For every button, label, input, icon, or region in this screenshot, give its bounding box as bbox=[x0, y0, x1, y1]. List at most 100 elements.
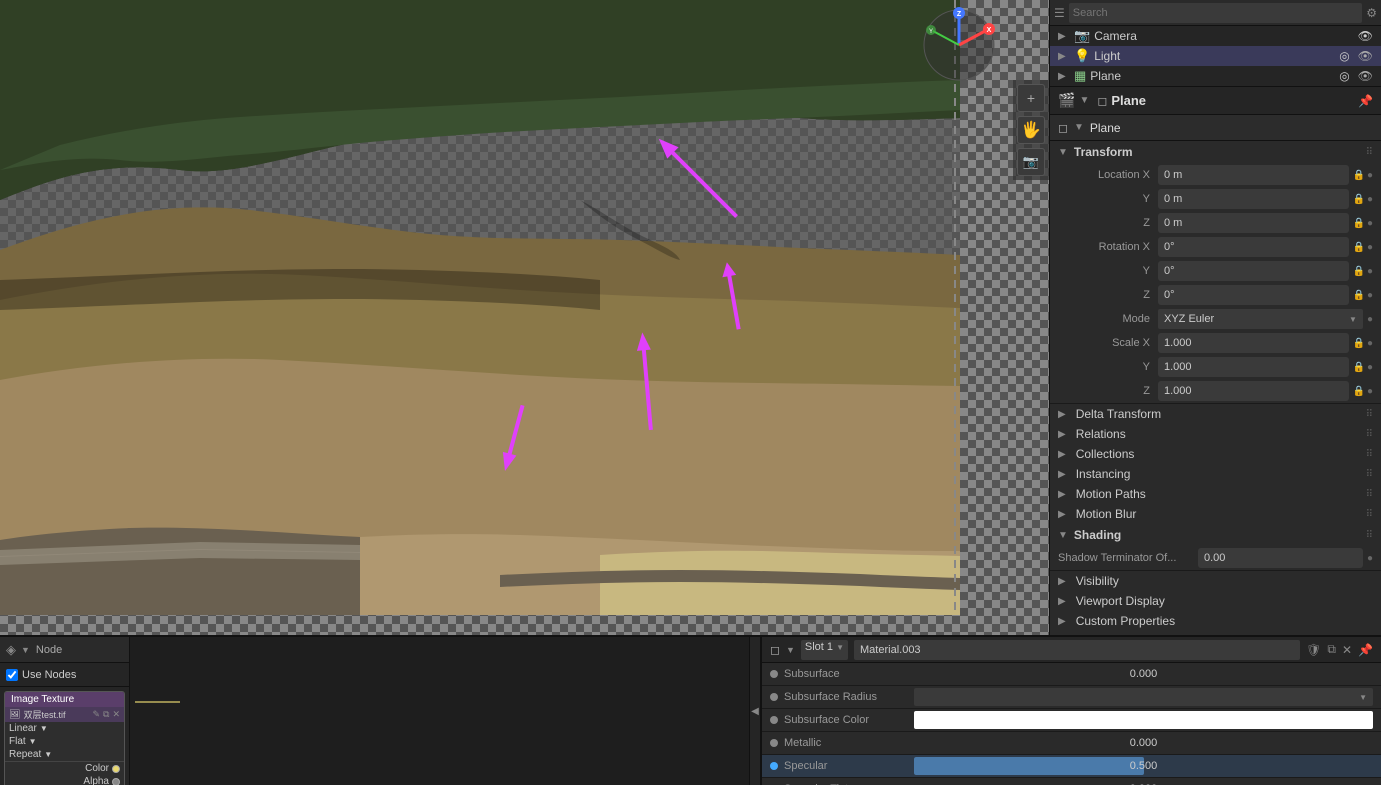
camera-visibility-icon[interactable]: 👁 bbox=[1358, 29, 1373, 43]
subsurface-color-swatch[interactable] bbox=[914, 711, 1373, 729]
location-z-dot[interactable]: ● bbox=[1367, 218, 1373, 229]
motion-blur-title: Motion Blur bbox=[1076, 507, 1137, 521]
use-nodes-checkbox[interactable] bbox=[6, 669, 18, 681]
rotation-y-value[interactable]: 0° bbox=[1158, 261, 1349, 281]
motion-blur-arrow: ▶ bbox=[1058, 509, 1066, 520]
props-dropdown-arrow[interactable]: ▼ bbox=[1079, 95, 1089, 106]
node-file-x[interactable]: ✕ bbox=[112, 709, 120, 720]
material-dropdown[interactable]: ▼ bbox=[786, 645, 795, 655]
image-texture-node[interactable]: Image Texture 🖼 双层test.tif ✎ ⧉ ✕ Linear … bbox=[4, 691, 125, 785]
delta-arrow: ▶ bbox=[1058, 409, 1066, 420]
collections-section[interactable]: ▶ Collections ⠿ bbox=[1050, 444, 1381, 464]
material-x-icon[interactable]: ✕ bbox=[1342, 643, 1352, 657]
visibility-section[interactable]: ▶ Visibility bbox=[1050, 571, 1381, 591]
location-x-dot[interactable]: ● bbox=[1367, 170, 1373, 181]
subsurface-dot[interactable] bbox=[770, 670, 778, 678]
scale-z-dot[interactable]: ● bbox=[1367, 386, 1373, 397]
subsurface-bar[interactable]: 0.000 bbox=[914, 665, 1373, 683]
node-dropdown-arrow[interactable]: ▼ bbox=[21, 645, 30, 655]
material-shield-icon[interactable]: 🛡 bbox=[1306, 643, 1321, 657]
rotation-mode-dropdown[interactable]: XYZ Euler ▼ bbox=[1158, 309, 1363, 329]
node-file-edit[interactable]: ✎ bbox=[92, 709, 100, 720]
interpolation-row[interactable]: Linear ▼ bbox=[5, 722, 124, 735]
location-y-lock[interactable]: 🔒 bbox=[1353, 194, 1365, 205]
slot-selector[interactable]: Slot 1 ▼ bbox=[801, 640, 848, 660]
scale-z-value[interactable]: 1.000 bbox=[1158, 381, 1349, 401]
shadow-terminator-input[interactable]: 0.00 bbox=[1198, 548, 1363, 568]
rotation-z-lock[interactable]: 🔒 bbox=[1353, 290, 1365, 301]
delta-transform-section[interactable]: ▶ Delta Transform ⠿ bbox=[1050, 404, 1381, 424]
location-z-lock[interactable]: 🔒 bbox=[1353, 218, 1365, 229]
outliner-item-camera[interactable]: ▶ 📷 Camera 👁 bbox=[1050, 26, 1381, 46]
shading-header[interactable]: ▼ Shading ⠿ bbox=[1050, 524, 1381, 546]
repeat-row[interactable]: Repeat ▼ bbox=[5, 748, 124, 762]
hand-nav-button[interactable]: 🖐 bbox=[1017, 116, 1045, 144]
projection-row[interactable]: Flat ▼ bbox=[5, 735, 124, 748]
camera-nav-button[interactable]: 📷 bbox=[1017, 148, 1045, 176]
viewport-gizmo[interactable]: Z X Y bbox=[919, 5, 999, 85]
material-pin-icon[interactable]: 📌 bbox=[1358, 643, 1373, 657]
rotation-x-lock[interactable]: 🔒 bbox=[1353, 242, 1365, 253]
props-icon-scene[interactable]: 🎬 bbox=[1058, 92, 1075, 109]
rotation-x-dot[interactable]: ● bbox=[1367, 242, 1373, 253]
motion-blur-section[interactable]: ▶ Motion Blur ⠿ bbox=[1050, 504, 1381, 524]
panel-toggle[interactable]: ◀ bbox=[749, 637, 761, 785]
scale-y-dot[interactable]: ● bbox=[1367, 362, 1373, 373]
viewport[interactable]: Z X Y + 🖐 📷 bbox=[0, 0, 1049, 635]
rotation-y-dot[interactable]: ● bbox=[1367, 266, 1373, 277]
scale-x-dot[interactable]: ● bbox=[1367, 338, 1373, 349]
rotation-z-label: Z bbox=[1058, 289, 1158, 301]
plane-visibility-icon[interactable]: 👁 bbox=[1358, 69, 1373, 83]
node-canvas[interactable] bbox=[130, 637, 749, 785]
add-nav-button[interactable]: + bbox=[1017, 84, 1045, 112]
motion-paths-drag: ⠿ bbox=[1366, 489, 1373, 500]
scale-x-value[interactable]: 1.000 bbox=[1158, 333, 1349, 353]
rotation-z-value[interactable]: 0° bbox=[1158, 285, 1349, 305]
transform-header[interactable]: ▼ Transform ⠿ bbox=[1050, 141, 1381, 163]
rotation-mode-label: Mode bbox=[1058, 313, 1158, 325]
subsurface-radius-dropdown[interactable]: ▼ bbox=[914, 688, 1373, 706]
specular-tint-bar[interactable]: 0.000 bbox=[914, 780, 1373, 785]
scale-y-value[interactable]: 1.000 bbox=[1158, 357, 1349, 377]
outliner-item-light[interactable]: ▶ 💡 Light ◎ 👁 bbox=[1050, 46, 1381, 66]
rotation-mode-dot[interactable]: ● bbox=[1367, 314, 1373, 325]
rotation-z-dot[interactable]: ● bbox=[1367, 290, 1373, 301]
material-name-input[interactable] bbox=[854, 640, 1300, 660]
motion-paths-section[interactable]: ▶ Motion Paths ⠿ bbox=[1050, 484, 1381, 504]
node-title: Image Texture bbox=[11, 694, 74, 705]
rotation-y-lock[interactable]: 🔒 bbox=[1353, 266, 1365, 277]
node-editor-header: ◈ ▼ Node bbox=[0, 637, 129, 663]
outliner-settings-icon[interactable]: ⚙ bbox=[1366, 6, 1377, 20]
location-z-value[interactable]: 0 m bbox=[1158, 213, 1349, 233]
custom-properties-section[interactable]: ▶ Custom Properties bbox=[1050, 611, 1381, 631]
location-y-value[interactable]: 0 m bbox=[1158, 189, 1349, 209]
scale-x-lock[interactable]: 🔒 bbox=[1353, 338, 1365, 349]
subsurface-color-dot[interactable] bbox=[770, 716, 778, 724]
node-file-dup[interactable]: ⧉ bbox=[103, 709, 109, 720]
specular-dot[interactable] bbox=[770, 762, 778, 770]
rotation-x-value[interactable]: 0° bbox=[1158, 237, 1349, 257]
shading-drag: ⠿ bbox=[1366, 530, 1373, 541]
viewport-display-section[interactable]: ▶ Viewport Display bbox=[1050, 591, 1381, 611]
outliner-item-plane[interactable]: ▶ ▦ Plane ◎ 👁 bbox=[1050, 66, 1381, 86]
metallic-bar[interactable]: 0.000 bbox=[914, 734, 1373, 752]
shadow-terminator-dot[interactable]: ● bbox=[1367, 553, 1373, 564]
location-y-dot[interactable]: ● bbox=[1367, 194, 1373, 205]
location-x-value[interactable]: 0 m bbox=[1158, 165, 1349, 185]
location-x-lock[interactable]: 🔒 bbox=[1353, 170, 1365, 181]
props-dropdown-icon[interactable]: ▼ bbox=[1074, 122, 1084, 133]
scale-z-lock[interactable]: 🔒 bbox=[1353, 386, 1365, 397]
material-dup-icon[interactable]: ⧉ bbox=[1327, 642, 1336, 657]
specular-tint-value: 0.000 bbox=[914, 780, 1373, 785]
instancing-section[interactable]: ▶ Instancing ⠿ bbox=[1050, 464, 1381, 484]
outliner-search-input[interactable] bbox=[1069, 3, 1362, 23]
subsurface-radius-dot[interactable] bbox=[770, 693, 778, 701]
node-label: Node bbox=[36, 644, 62, 656]
relations-section[interactable]: ▶ Relations ⠿ bbox=[1050, 424, 1381, 444]
metallic-dot[interactable] bbox=[770, 739, 778, 747]
light-visibility-icon[interactable]: 👁 bbox=[1358, 49, 1373, 63]
specular-bar[interactable]: 0.500 bbox=[914, 757, 1373, 775]
pin-icon[interactable]: 📌 bbox=[1358, 94, 1373, 108]
node-filename-row[interactable]: 🖼 双层test.tif ✎ ⧉ ✕ bbox=[5, 707, 124, 722]
scale-y-lock[interactable]: 🔒 bbox=[1353, 362, 1365, 373]
